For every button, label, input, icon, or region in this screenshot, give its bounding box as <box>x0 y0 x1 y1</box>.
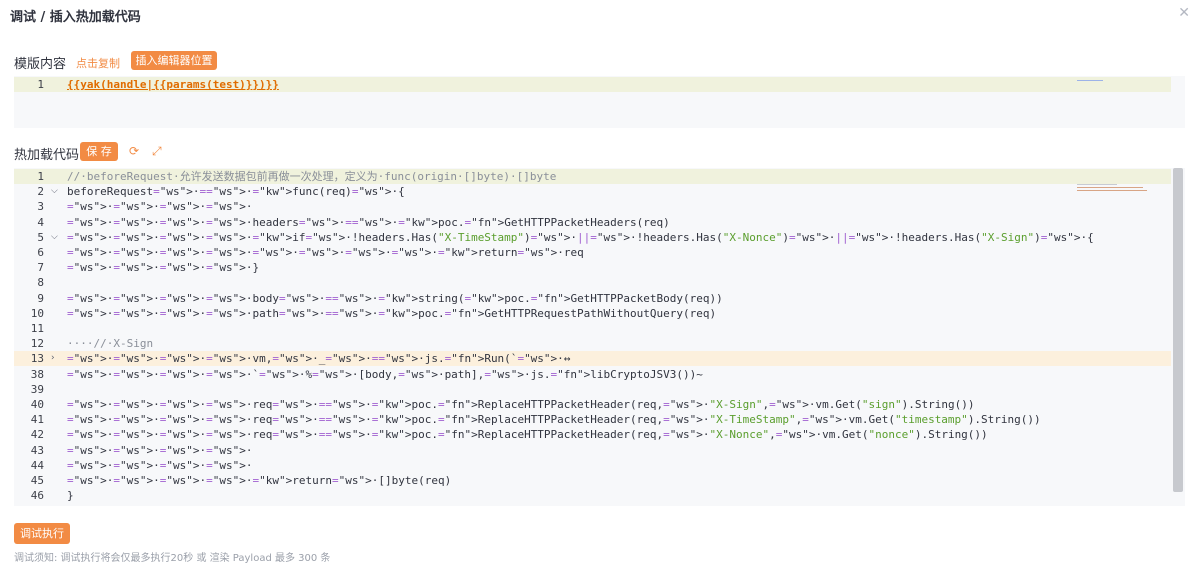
close-icon[interactable]: ✕ <box>1178 5 1190 21</box>
line-number: 6 <box>37 246 44 259</box>
code-text: } <box>67 489 74 503</box>
code-text: ="ws">·="ws">·="ws">·="ws">· <box>67 200 253 214</box>
line-number: 12 <box>30 337 44 351</box>
template-code: {{yak(handle|{{params(test)}})}} <box>67 77 279 92</box>
line-number: 40 <box>30 398 44 411</box>
code-line: 38 ="ws">·="ws">·="ws">·="ws">·`="ws">·%=… <box>14 367 1171 382</box>
line-number: 2 <box>37 185 44 199</box>
line-number: 9 <box>37 291 44 305</box>
line-number: 11 <box>30 322 44 335</box>
template-section-label: 模版内容 <box>14 57 67 72</box>
code-line: 42 ="ws">·="ws">·="ws">·="ws">·req="ws">·… <box>14 427 1171 442</box>
code-line: 39 <box>14 382 1171 397</box>
code-line: 41 ="ws">·="ws">·="ws">·="ws">·req="ws">·… <box>14 412 1171 427</box>
line-number: 10 <box>30 306 44 320</box>
collapse-fold-icon[interactable]: ⌵ <box>51 184 58 199</box>
code-line: 10 ="ws">·="ws">·="ws">·="ws">·path="ws">… <box>14 306 1171 321</box>
code-text: ="ws">·="ws">·="ws">·="ws">·req="ws">·==… <box>67 428 988 442</box>
line-number: 45 <box>30 474 44 487</box>
code-text: ="ws">·="ws">·="ws">·="ws">· <box>67 443 253 457</box>
code-text: ="ws">·="ws">·="ws">·="ws">·headers="ws"… <box>67 215 670 229</box>
code-line: 12 ····//·X-Sign <box>14 336 1171 351</box>
code-text: ="ws">·="ws">·="ws">·="ws">·="kw">if="ws… <box>67 230 1094 244</box>
code-line: 4 ="ws">·="ws">·="ws">·="ws">·headers="ws… <box>14 215 1171 230</box>
code-text: ="ws">·="ws">·="ws">·="ws">·req="ws">·==… <box>67 398 975 411</box>
code-line: 11 <box>14 321 1171 336</box>
code-text: ="ws">·="ws">·="ws">·="ws">·="ws">·="ws"… <box>67 246 584 259</box>
code-line: 8 <box>14 275 1171 290</box>
code-text: ="ws">·="ws">·="ws">·="ws">·="kw">return… <box>67 474 452 487</box>
line-number: 43 <box>30 443 44 457</box>
line-number: 1 <box>37 78 44 91</box>
code-text: ="ws">·="ws">·="ws">·="ws">· <box>67 458 253 472</box>
expand-icon[interactable]: ⤢ <box>152 144 162 159</box>
code-line: 2 ⌵ beforeRequest="ws">·=="ws">·="kw">func… <box>14 184 1171 199</box>
expand-fold-icon[interactable]: › <box>51 351 55 366</box>
save-button[interactable]: 保 存 <box>80 142 118 161</box>
line-number: 46 <box>30 489 44 503</box>
line-number: 8 <box>37 276 44 290</box>
minimap <box>1077 78 1155 118</box>
code-line: 7 ="ws">·="ws">·="ws">·="ws">·} <box>14 260 1171 275</box>
line-number: 44 <box>30 458 44 472</box>
code-line: 45 ="ws">·="ws">·="ws">·="ws">·="kw">retu… <box>14 473 1171 488</box>
line-number: 13 <box>30 352 44 366</box>
line-number: 5 <box>37 230 44 244</box>
line-number: 42 <box>30 428 44 442</box>
copy-link[interactable]: 点击复制 <box>76 55 120 71</box>
code-text: ="ws">·="ws">·="ws">·="ws">·body="ws">·=… <box>67 291 723 305</box>
line-number: 4 <box>37 215 44 229</box>
line-number: 7 <box>37 261 44 275</box>
code-line: 40 ="ws">·="ws">·="ws">·="ws">·req="ws">·… <box>14 397 1171 412</box>
template-code-text: {{yak(handle|{{params(test)}})}} <box>67 78 279 91</box>
vertical-scrollbar[interactable] <box>1173 168 1183 492</box>
debug-run-button[interactable]: 调试执行 <box>14 523 70 544</box>
code-line: 1 //·beforeRequest·允许发送数据包前再做一次处理，定义为·fun… <box>14 169 1171 184</box>
code-text: ="ws">·="ws">·="ws">·="ws">·req="ws">·==… <box>67 413 1041 427</box>
code-line: 43 ="ws">·="ws">·="ws">·="ws">· <box>14 443 1171 458</box>
code-text: ="ws">·="ws">·="ws">·="ws">·`="ws">·%="w… <box>67 367 703 381</box>
code-line: 44 ="ws">·="ws">·="ws">·="ws">· <box>14 458 1171 473</box>
line-number: 39 <box>30 382 44 396</box>
code-line: 5 ⌵ ="ws">·="ws">·="ws">·="ws">·="kw">if="… <box>14 230 1171 245</box>
line-number: 38 <box>30 367 44 381</box>
refresh-icon[interactable]: ⟳ <box>129 144 139 158</box>
collapse-fold-icon[interactable]: ⌵ <box>51 230 58 245</box>
code-line: 3 ="ws">·="ws">·="ws">·="ws">· <box>14 199 1171 214</box>
dialog-title: 调试 / 插入热加载代码 <box>10 10 141 25</box>
template-editor[interactable]: 1 {{yak(handle|{{params(test)}})}} <box>14 76 1185 128</box>
hotload-section-label: 热加载代码 <box>14 148 80 163</box>
code-text: //·beforeRequest·允许发送数据包前再做一次处理，定义为·func… <box>67 170 557 183</box>
code-text: ="ws">·="ws">·="ws">·="ws">·} <box>67 261 260 275</box>
code-line: 46} <box>14 488 1171 503</box>
line-number: 41 <box>30 413 44 427</box>
hotload-code-editor[interactable]: 1 //·beforeRequest·允许发送数据包前再做一次处理，定义为·fun… <box>14 168 1185 506</box>
code-text: ····//·X-Sign <box>67 337 154 351</box>
code-text: ="ws">·="ws">·="ws">·="ws">·vm,="ws">·_=… <box>67 352 571 366</box>
line-number: 1 <box>37 170 44 183</box>
template-line: 1 {{yak(handle|{{params(test)}})}} <box>14 77 1171 92</box>
line-number: 3 <box>37 200 44 214</box>
debug-note: 调试须知: 调试执行将会仅最多执行20秒 或 渲染 Payload 最多 300… <box>14 553 331 564</box>
insert-editor-position-button[interactable]: 插入编辑器位置 <box>131 51 217 70</box>
code-line: 13 › ="ws">·="ws">·="ws">·="ws">·vm,="ws">… <box>14 351 1171 367</box>
code-line: 6 ="ws">·="ws">·="ws">·="ws">·="ws">·="ws… <box>14 245 1171 260</box>
code-text: ="ws">·="ws">·="ws">·="ws">·path="ws">·=… <box>67 306 717 320</box>
code-line: 9 ="ws">·="ws">·="ws">·="ws">·body="ws">·… <box>14 291 1171 306</box>
code-text: beforeRequest="ws">·=="ws">·="kw">func(r… <box>67 185 405 199</box>
